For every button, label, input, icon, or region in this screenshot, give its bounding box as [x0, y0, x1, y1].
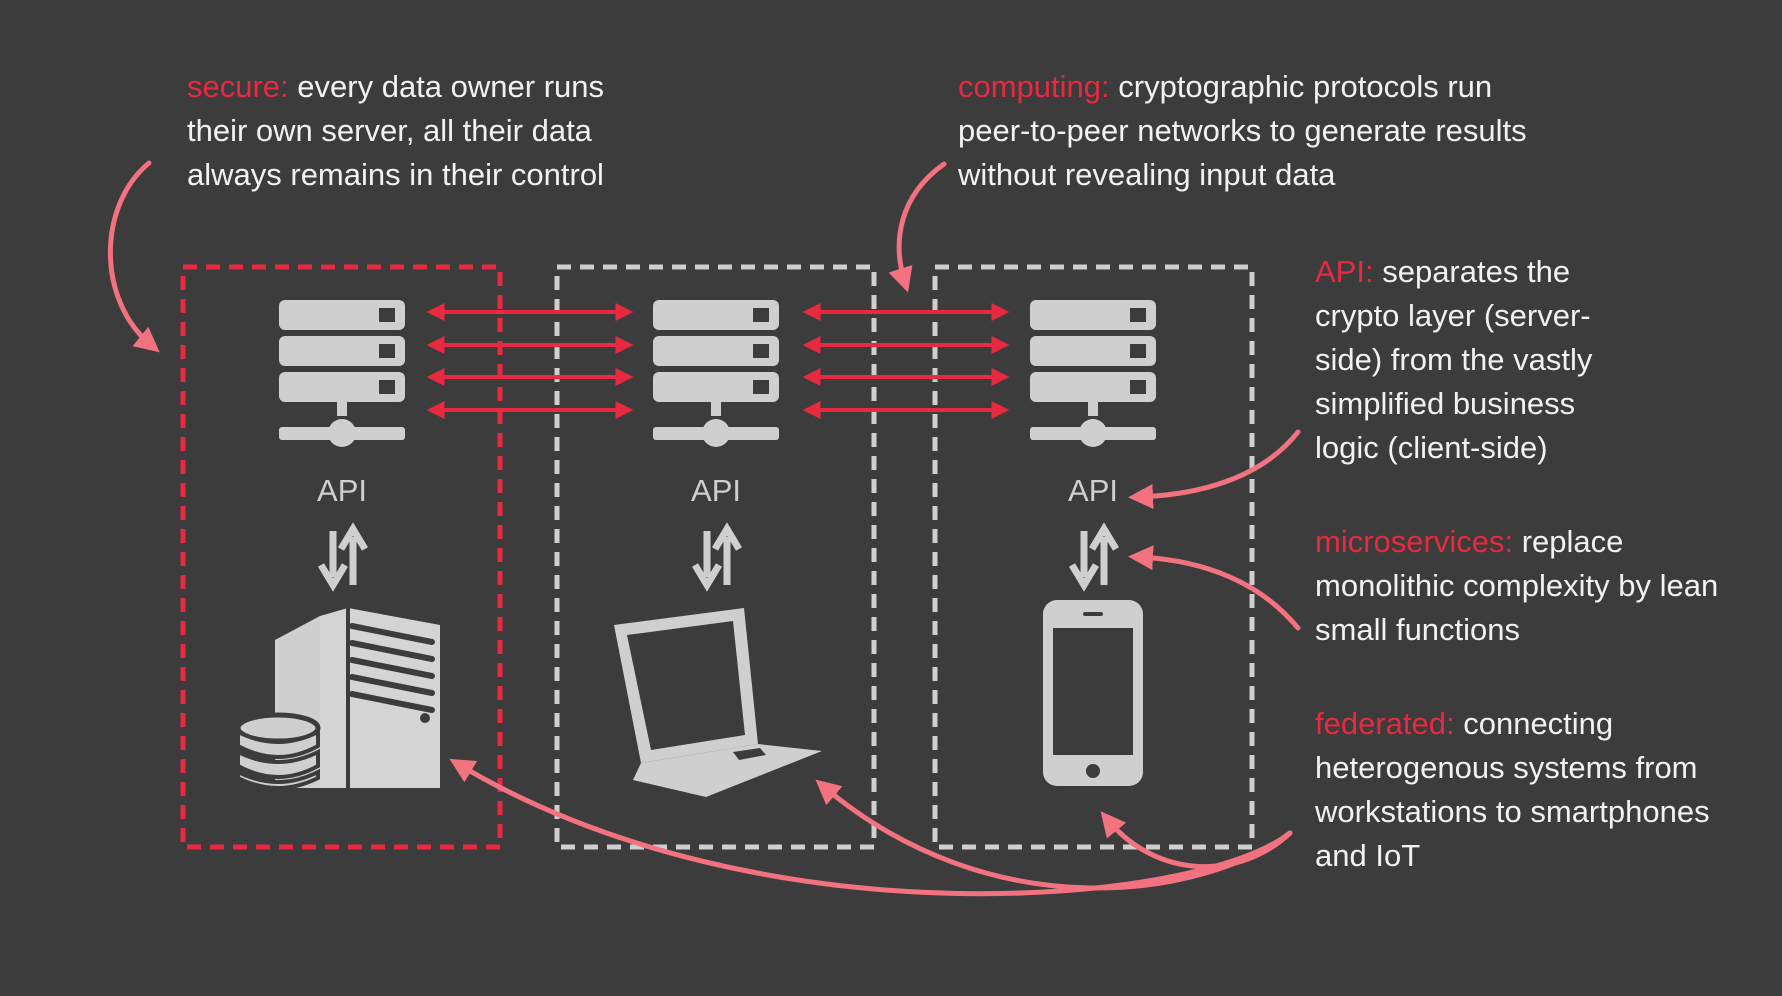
- api-label: API: [691, 473, 741, 508]
- microservices-callout-arrow: [1128, 545, 1301, 631]
- server-rack-icon: [1030, 300, 1156, 447]
- up-down-arrows-icon: [695, 529, 739, 585]
- api-label: API: [1068, 473, 1118, 508]
- annotation-computing: computing: cryptographic protocols run p…: [958, 65, 1568, 197]
- annotation-keyword: API:: [1315, 254, 1374, 289]
- annotation-api: API: separates the crypto layer (server-…: [1315, 250, 1645, 470]
- annotation-secure: secure: every data owner runs their own …: [187, 65, 667, 197]
- up-down-arrows-icon: [1072, 529, 1116, 585]
- p2p-arrows-left: [426, 303, 634, 419]
- annotation-keyword: federated:: [1315, 706, 1455, 741]
- annotation-keyword: microservices:: [1315, 524, 1514, 559]
- api-label: API: [317, 473, 367, 508]
- smartphone-icon: [1043, 600, 1143, 786]
- up-down-arrows-icon: [321, 529, 365, 585]
- annotation-federated: federated: connecting heterogenous syste…: [1315, 702, 1765, 878]
- laptop-icon: [614, 608, 822, 797]
- annotation-keyword: computing:: [958, 69, 1110, 104]
- server-rack-icon: [279, 300, 405, 447]
- secure-callout-arrow: [107, 160, 160, 353]
- server-rack-icon: [653, 300, 779, 447]
- p2p-arrows-right: [802, 303, 1010, 419]
- architecture-diagram: API API API secure: every data owner run…: [0, 0, 1782, 996]
- annotation-keyword: secure:: [187, 69, 289, 104]
- annotation-microservices: microservices: replace monolithic comple…: [1315, 520, 1765, 652]
- workstation-database-icon: [235, 608, 440, 790]
- federated-callout-arrow-phone: [1100, 811, 1293, 870]
- federated-callout-arrow-laptop: [815, 779, 1293, 891]
- api-callout-arrow: [1128, 429, 1301, 509]
